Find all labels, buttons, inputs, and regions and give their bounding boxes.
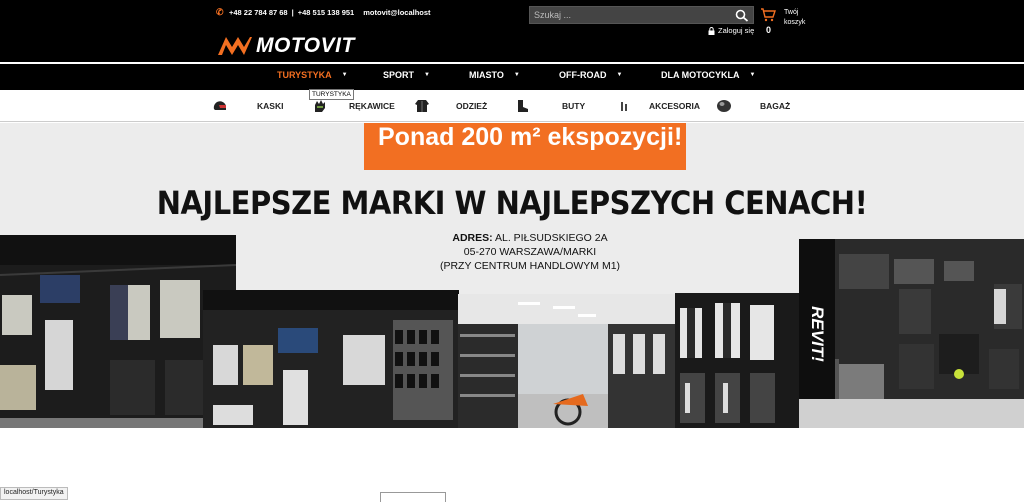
nav-label: MIASTO <box>469 70 504 80</box>
category-kaski[interactable]: KASKI <box>257 101 283 111</box>
address-line-3: (PRZY CENTRUM HANDLOWYM M1) <box>439 260 621 272</box>
cart-count: 0 <box>766 25 772 35</box>
nav-item-miasto[interactable]: MIASTO ▼ <box>469 70 520 80</box>
login-link[interactable]: Zaloguj się <box>708 26 754 35</box>
top-header: ✆ +48 22 784 87 68 | +48 515 138 951 mot… <box>0 0 1024 62</box>
status-bar-url: localhost/Turystyka <box>0 487 68 500</box>
accessory-icon[interactable] <box>616 99 632 113</box>
store-address: ADRES: AL. PIŁSUDSKIEGO 2A 05-270 WARSZA… <box>380 231 680 273</box>
bag-icon[interactable] <box>716 99 732 113</box>
store-photo-2 <box>203 290 459 428</box>
cart-label: Twój koszyk <box>784 9 806 26</box>
boot-icon[interactable] <box>514 99 530 113</box>
exposition-box: Ponad 200 m² ekspozycji! <box>364 123 686 170</box>
chevron-down-icon: ▼ <box>513 72 520 78</box>
store-photo-4 <box>675 293 800 428</box>
chevron-down-icon: ▼ <box>749 72 756 78</box>
category-bagaz[interactable]: BAGAŻ <box>760 101 790 111</box>
site-logo[interactable]: MOTOVIT <box>218 34 355 58</box>
hero-banner[interactable]: Ponad 200 m² ekspozycji! NAJLEPSZE MARKI… <box>0 123 1024 428</box>
address-label: ADRES: <box>452 232 493 244</box>
lock-icon <box>708 26 715 35</box>
logo-text: MOTOVIT <box>256 34 355 57</box>
search-icon[interactable] <box>735 9 749 22</box>
store-photo-1 <box>0 235 236 428</box>
nav-item-sport[interactable]: SPORT ▼ <box>383 70 430 80</box>
nav-tooltip: TURYSTYKA <box>309 89 354 100</box>
category-rekawice[interactable]: RĘKAWICE <box>349 101 395 111</box>
cart-icon <box>761 8 776 22</box>
brand-sign-text: REVIT! <box>808 306 827 362</box>
jacket-icon[interactable] <box>414 99 430 113</box>
contact-info: ✆ +48 22 784 87 68 | +48 515 138 951 mot… <box>216 7 431 18</box>
glove-icon[interactable] <box>312 99 328 113</box>
nav-item-off-road[interactable]: OFF-ROAD ▼ <box>559 70 622 80</box>
search-input[interactable] <box>530 7 735 23</box>
nav-label: TURYSTYKA <box>277 70 332 80</box>
nav-item-turystyka[interactable]: TURYSTYKA ▼ <box>277 70 348 80</box>
nav-item-dla-motocykla[interactable]: DLA MOTOCYKLA ▼ <box>661 70 755 80</box>
nav-label: SPORT <box>383 70 415 80</box>
logo-mark-icon <box>218 37 252 55</box>
exposition-text: Ponad 200 m² ekspozycji! <box>378 123 683 151</box>
nav-label: DLA MOTOCYKLA <box>661 70 740 80</box>
search-box <box>529 6 754 24</box>
address-line-2: 05-270 WARSZAWA/MARKI <box>463 246 597 258</box>
nav-label: OFF-ROAD <box>559 70 607 80</box>
category-buty[interactable]: BUTY <box>562 101 585 111</box>
chevron-down-icon: ▼ <box>424 72 430 78</box>
category-bar: KASKI RĘKAWICE ODZIEŻ BUTY AKCESORIA BAG… <box>0 92 1024 122</box>
store-photo-5: REVIT! <box>799 239 1024 428</box>
main-nav: TURYSTYKA ▼ SPORT ▼ MIASTO ▼ OFF-ROAD ▼ … <box>0 62 1024 90</box>
phone-1[interactable]: +48 22 784 87 68 <box>229 8 288 17</box>
category-odziez[interactable]: ODZIEŻ <box>456 101 487 111</box>
chevron-down-icon: ▼ <box>341 72 348 78</box>
banner-headline: NAJLEPSZE MARKI W NAJLEPSZYCH CENACH! <box>156 184 868 222</box>
chevron-down-icon: ▼ <box>616 72 623 78</box>
category-akcesoria[interactable]: AKCESORIA <box>649 101 700 111</box>
helmet-icon[interactable] <box>212 99 228 113</box>
phone-icon: ✆ <box>216 7 224 17</box>
email-link[interactable]: motovit@localhost <box>363 8 430 17</box>
phone-separator: | <box>291 8 294 17</box>
phone-2[interactable]: +48 515 138 951 <box>298 8 355 17</box>
brand-sign: REVIT! <box>805 279 829 389</box>
bottom-element <box>380 492 446 502</box>
cart-widget[interactable]: Twój koszyk 0 <box>760 8 810 38</box>
store-photo-3 <box>458 294 684 428</box>
login-label: Zaloguj się <box>718 26 755 35</box>
address-line-1: AL. PIŁSUDSKIEGO 2A <box>494 232 608 244</box>
